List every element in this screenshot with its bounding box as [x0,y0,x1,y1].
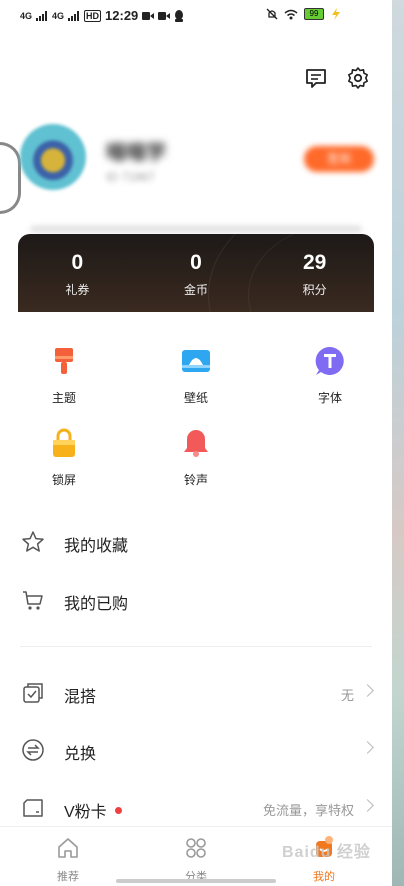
profile-action-button[interactable]: 签到 [304,146,374,172]
grid-label: 壁纸 [183,391,208,405]
menu-label: V粉卡 [64,798,122,822]
grid-item-theme[interactable]: 主题 [19,346,109,406]
lock-icon [53,428,75,457]
network-indicator-1: 4G [20,10,33,21]
divider [20,646,372,647]
grid-label: 锁屏 [51,473,76,487]
video-icon [142,11,155,20]
wallpaper-icon [182,350,210,372]
stat-value: 0 [71,251,84,274]
mix-icon [23,683,43,703]
background-edge-strip [392,0,404,886]
chevron-right-icon [361,741,374,754]
hd-badge: HD [84,9,102,22]
message-icon[interactable] [304,66,328,90]
stat-coupons[interactable]: 0 礼券 [18,234,137,312]
grid-item-wallpaper[interactable]: 壁纸 [151,346,241,406]
chevron-right-icon [361,684,374,697]
stats-card: 0 礼券 0 金币 29 积分 [18,234,374,312]
menu-row-vcard[interactable]: V粉卡 免流量，享特权 [0,788,392,828]
brush-icon [55,348,73,374]
status-right: 99 [266,8,342,20]
notification-dot [114,807,122,815]
stat-label: 礼券 [65,283,90,297]
menu-label: 我的收藏 [64,538,129,555]
bell-icon [184,430,208,457]
stat-label: 积分 [302,283,327,297]
star-icon [22,531,44,552]
stat-value: 29 [303,251,327,274]
font-icon [315,346,344,375]
mute-icon [266,8,278,20]
wifi-icon [284,9,298,19]
nav-label: 我的 [313,871,335,883]
menu-value: 无 [340,688,354,703]
qq-icon [175,9,184,22]
watermark: Baidu 经验 [282,844,371,861]
avatar[interactable] [20,124,86,190]
home-icon [58,838,78,858]
stat-value: 0 [190,251,202,274]
user-id: ID 71967 [106,170,155,184]
home-indicator [116,879,276,883]
menu-label: 兑换 [64,746,97,763]
network-indicator-2: 4G [52,10,65,21]
menu-value: 免流量，享特权 [262,803,354,818]
nav-item-category[interactable]: 分类 [156,835,236,884]
signal-icon [68,10,80,21]
stat-label: 金币 [184,283,209,297]
exchange-icon [22,739,44,761]
battery-icon: 99 [304,8,324,20]
charging-icon [332,8,340,20]
menu-row-mix[interactable]: 混搭 无 [0,673,392,713]
menu-label: 我的已购 [64,596,129,613]
menu-label-text: V粉卡 [64,804,107,821]
chevron-right-icon [361,799,374,812]
username[interactable]: 喵喵学 [106,136,166,165]
grid-item-lockscreen[interactable]: 锁屏 [19,428,109,488]
cart-icon [23,591,43,610]
status-left: 4G 4G HD 12:29 [20,8,184,23]
grid-label: 铃声 [183,473,208,487]
menu-row-exchange[interactable]: 兑换 [0,730,392,770]
category-icon [186,838,206,858]
stat-points[interactable]: 29 积分 [255,234,374,312]
stat-coins[interactable]: 0 金币 [137,234,256,312]
menu-label: 混搭 [64,689,97,706]
nav-label: 推荐 [57,871,79,883]
signal-icon [36,10,48,21]
status-bar: 4G 4G HD 12:29 99 [0,8,392,34]
grid-item-font[interactable]: 字体 [285,346,375,406]
avatar-ring-decoration [0,142,21,214]
settings-gear-icon[interactable] [346,66,370,90]
recording-icon [158,11,171,20]
menu-row-purchased[interactable]: 我的已购 [0,580,392,620]
grid-label: 主题 [51,391,76,405]
grid-label: 字体 [317,391,342,405]
status-time: 12:29 [105,8,139,23]
menu-row-favorites[interactable]: 我的收藏 [0,522,392,562]
card-icon [23,799,43,817]
nav-item-recommend[interactable]: 推荐 [28,835,108,884]
card-shadow [30,226,362,232]
grid-item-ringtone[interactable]: 铃声 [151,428,241,488]
screen: 4G 4G HD 12:29 99 喵喵学 ID 71967 签到 0 礼券 0… [0,0,392,886]
